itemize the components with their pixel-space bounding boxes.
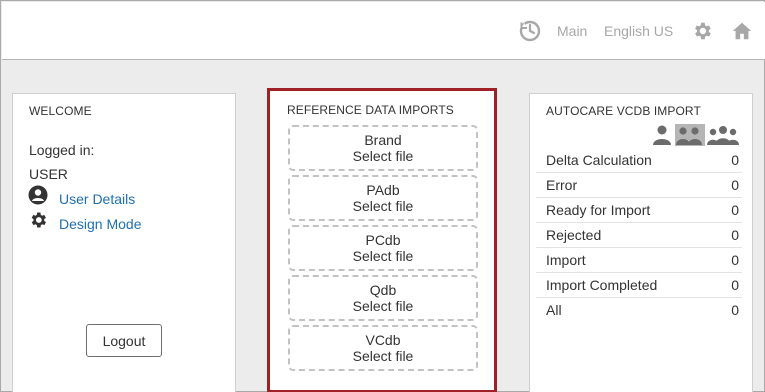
reference-data-imports-panel: REFERENCE DATA IMPORTS Brand Select file… bbox=[267, 88, 497, 392]
status-label: Rejected bbox=[546, 227, 602, 243]
users-group-icon[interactable] bbox=[675, 124, 705, 151]
home-icon[interactable] bbox=[731, 20, 753, 47]
app-frame: Main English US WELCOME Logged in: USER … bbox=[0, 0, 765, 392]
status-row-all[interactable]: All 0 bbox=[536, 298, 742, 323]
dropzone-name: Brand bbox=[364, 132, 402, 148]
autocare-title: AUTOCARE VCDB IMPORT bbox=[546, 104, 701, 118]
status-row-rejected[interactable]: Rejected 0 bbox=[536, 223, 742, 248]
welcome-title: WELCOME bbox=[29, 104, 92, 118]
language-selector[interactable]: English US bbox=[604, 2, 673, 60]
user-details-link[interactable]: User Details bbox=[59, 191, 135, 207]
status-count: 0 bbox=[731, 277, 739, 293]
dropzone-name: Qdb bbox=[369, 282, 397, 298]
design-mode-link[interactable]: Design Mode bbox=[59, 216, 142, 232]
status-label: Import bbox=[546, 252, 586, 268]
main-link[interactable]: Main bbox=[557, 2, 587, 60]
users-all-icon[interactable] bbox=[706, 124, 740, 151]
logout-button[interactable]: Logout bbox=[86, 324, 162, 357]
select-file-label: Select file bbox=[352, 148, 414, 164]
pcdb-dropzone[interactable]: PCdb Select file bbox=[288, 225, 478, 271]
status-count: 0 bbox=[731, 177, 739, 193]
padb-dropzone[interactable]: PAdb Select file bbox=[288, 175, 478, 221]
status-row-error[interactable]: Error 0 bbox=[536, 173, 742, 198]
status-count: 0 bbox=[731, 302, 739, 318]
status-row-ready-for-import[interactable]: Ready for Import 0 bbox=[536, 198, 742, 223]
status-label: Ready for Import bbox=[546, 202, 651, 218]
imports-title: REFERENCE DATA IMPORTS bbox=[287, 103, 454, 117]
select-file-label: Select file bbox=[352, 298, 414, 314]
history-icon[interactable] bbox=[519, 20, 541, 47]
status-label: Error bbox=[546, 177, 578, 193]
user-circle-icon bbox=[28, 185, 48, 210]
status-count: 0 bbox=[731, 227, 739, 243]
status-label: All bbox=[546, 302, 562, 318]
top-bar: Main English US bbox=[2, 2, 765, 60]
select-file-label: Select file bbox=[352, 348, 414, 364]
dropzone-name: PAdb bbox=[366, 182, 400, 198]
status-count: 0 bbox=[731, 252, 739, 268]
status-row-import[interactable]: Import 0 bbox=[536, 248, 742, 273]
status-label: Delta Calculation bbox=[546, 152, 652, 168]
welcome-panel: WELCOME Logged in: USER User Details Des… bbox=[12, 93, 236, 392]
dropzone-name: VCdb bbox=[365, 332, 401, 348]
username: USER bbox=[29, 166, 68, 182]
autocare-vcdb-import-panel: AUTOCARE VCDB IMPORT Delta Calculation 0… bbox=[529, 93, 753, 392]
logged-in-label: Logged in: bbox=[29, 142, 95, 158]
gear-icon bbox=[28, 210, 48, 235]
select-file-label: Select file bbox=[352, 198, 414, 214]
status-count: 0 bbox=[731, 152, 739, 168]
brand-dropzone[interactable]: Brand Select file bbox=[288, 125, 478, 171]
status-count: 0 bbox=[731, 202, 739, 218]
vcdb-dropzone[interactable]: VCdb Select file bbox=[288, 325, 478, 371]
gear-icon[interactable] bbox=[691, 20, 713, 47]
select-file-label: Select file bbox=[352, 248, 414, 264]
status-row-import-completed[interactable]: Import Completed 0 bbox=[536, 273, 742, 298]
dropzone-name: PCdb bbox=[365, 232, 401, 248]
qdb-dropzone[interactable]: Qdb Select file bbox=[288, 275, 478, 321]
status-label: Import Completed bbox=[546, 277, 658, 293]
user-icon[interactable] bbox=[652, 124, 672, 151]
status-row-delta-calculation[interactable]: Delta Calculation 0 bbox=[536, 148, 742, 173]
